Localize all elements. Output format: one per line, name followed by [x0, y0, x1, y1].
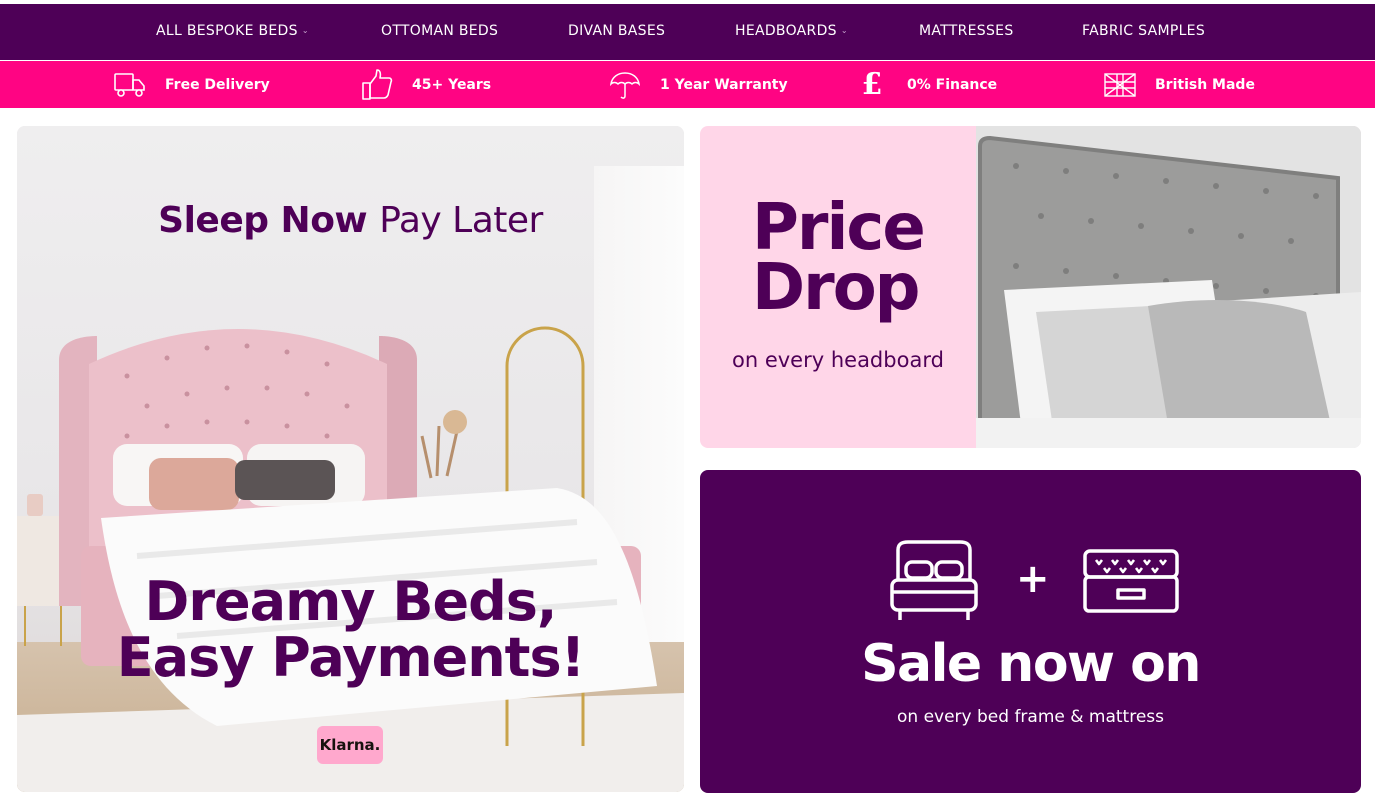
price-drop-title: Price Drop	[752, 191, 926, 325]
nav-item-ottoman-beds[interactable]: OTTOMAN BEDS	[381, 23, 498, 39]
nav-item-label: HEADBOARDS	[735, 23, 837, 39]
umbrella-icon	[608, 68, 642, 102]
nav-item-fabric-samples[interactable]: FABRIC SAMPLES	[1082, 23, 1205, 39]
chevron-down-icon: ⌄	[840, 25, 848, 35]
delivery-truck-icon	[113, 68, 147, 102]
klarna-headline-line2: Easy Payments!	[116, 626, 586, 689]
plus-icon: +	[1016, 556, 1050, 602]
usp-label: 0% Finance	[907, 76, 998, 93]
sale-icons: +	[700, 540, 1361, 624]
chevron-down-icon: ⌄	[301, 25, 309, 35]
thumbs-up-icon	[360, 68, 394, 102]
usp-label: British Made	[1155, 76, 1255, 93]
nav-item-label: FABRIC SAMPLES	[1082, 23, 1206, 39]
klarna-headline: Dreamy Beds, Easy Payments!	[17, 574, 684, 686]
usp-free-delivery: Free Delivery	[113, 61, 270, 108]
union-jack-icon	[1103, 68, 1137, 102]
usp-british-made: British Made	[1103, 61, 1255, 108]
grey-headboard-photo	[976, 126, 1361, 448]
price-drop-title-line2: Drop	[752, 251, 920, 325]
nav-item-label: MATTRESSES	[919, 23, 1014, 39]
usp-label: 1 Year Warranty	[660, 76, 788, 93]
price-drop-title-line1: Price	[752, 191, 926, 265]
klarna-title: Sleep Now Pay Later	[17, 200, 684, 241]
mattress-icon	[1082, 548, 1180, 620]
nav-item-mattresses[interactable]: MATTRESSES	[919, 23, 1014, 39]
sale-banner[interactable]: + Sale now on on every bed frame & mattr…	[700, 470, 1361, 793]
usp-label: 45+ Years	[412, 76, 492, 93]
nav-item-label: OTTOMAN BEDS	[381, 23, 499, 39]
sale-subtitle: on every bed frame & mattress	[896, 707, 1165, 727]
nav-item-label: DIVAN BASES	[568, 23, 666, 39]
klarna-logo: Klarna.	[317, 726, 383, 764]
klarna-headline-line1: Dreamy Beds,	[144, 570, 558, 633]
nav-item-all-bespoke-beds[interactable]: ALL BESPOKE BEDS ⌄	[156, 23, 309, 39]
pound-sign-icon: £	[861, 67, 883, 102]
nav-item-divan-bases[interactable]: DIVAN BASES	[568, 23, 665, 39]
price-drop-banner[interactable]: Price Drop on every headboard	[700, 126, 1361, 448]
klarna-banner[interactable]: Sleep Now Pay Later Dreamy Beds, Easy Pa…	[17, 126, 684, 792]
usp-label: Free Delivery	[165, 76, 270, 93]
price-drop-subtitle: on every headboard	[732, 348, 944, 372]
bed-icon	[890, 540, 978, 626]
klarna-title-bold: Sleep Now	[158, 200, 368, 241]
klarna-title-light: Pay Later	[379, 200, 543, 241]
main-navigation: ALL BESPOKE BEDS ⌄ OTTOMAN BEDS DIVAN BA…	[0, 4, 1375, 60]
sale-title: Sale now on	[861, 634, 1201, 694]
nav-item-headboards[interactable]: HEADBOARDS ⌄	[735, 23, 848, 39]
nav-item-label: ALL BESPOKE BEDS	[156, 23, 298, 39]
usp-years: 45+ Years	[360, 61, 491, 108]
usp-warranty: 1 Year Warranty	[608, 61, 788, 108]
usp-strip: Free Delivery 45+ Years 1 Year Warranty …	[0, 61, 1375, 108]
usp-finance: £ 0% Finance	[855, 61, 998, 108]
